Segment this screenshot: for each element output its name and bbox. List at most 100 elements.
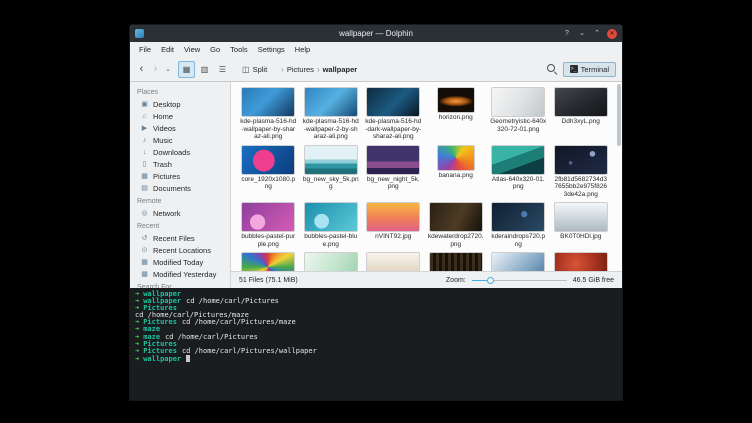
file-name: banana.png [439, 172, 473, 180]
back-button[interactable]: ‹ [136, 59, 147, 79]
file-item[interactable]: nVINT92.jpg [364, 203, 423, 248]
file-item[interactable]: kde-plasma-516-hd-wallpaper-2-by-sharaz-… [302, 88, 361, 141]
scrollbar-thumb[interactable] [617, 84, 621, 146]
view-mode-group: ▦▥☰ [178, 61, 231, 78]
zoom-label: Zoom: [446, 277, 466, 284]
minimize-button[interactable]: ⌄ [577, 29, 587, 39]
menu-file[interactable]: File [134, 44, 156, 55]
file-thumbnail [367, 146, 419, 174]
search-button[interactable] [544, 61, 560, 77]
sidebar-item-desktop[interactable]: ▣Desktop [130, 98, 230, 110]
file-item[interactable]: horizon.png [427, 88, 486, 141]
file-item[interactable]: kdewaterdrop2720.png [427, 203, 486, 248]
file-item[interactable]: BK0T0HDl.jpg [552, 203, 611, 248]
terminal-command: cd /home/carl/Pictures/wallpaper [182, 347, 317, 355]
pictures-icon: ▦ [140, 172, 149, 180]
help-button[interactable]: ? [562, 29, 572, 39]
calendar-yesterday-icon: ▦ [140, 270, 149, 278]
file-item[interactable]: Atlas-640x320-01.png [489, 146, 548, 199]
compact-view-button[interactable]: ▥ [196, 61, 213, 78]
file-item[interactable] [552, 253, 611, 271]
sidebar-section-recent: Recent [130, 219, 230, 232]
menu-help[interactable]: Help [290, 44, 315, 55]
file-thumbnail [555, 88, 607, 116]
prompt-directory: Pictures [143, 347, 177, 355]
file-name: bg_new_sky_5k.png [303, 176, 359, 191]
file-item[interactable]: kde-plasma-516-hd-dark-wallpaper-by-shar… [364, 88, 423, 141]
menu-view[interactable]: View [179, 44, 205, 55]
file-name: kde-plasma-516-hd-wallpaper-2-by-sharaz-… [303, 118, 359, 141]
menu-settings[interactable]: Settings [253, 44, 290, 55]
network-icon: ◎ [140, 209, 149, 217]
sidebar-item-videos[interactable]: ▶Videos [130, 122, 230, 134]
vertical-scrollbar[interactable] [617, 84, 621, 269]
menu-tools[interactable]: Tools [225, 44, 253, 55]
file-item[interactable]: 2fb81d5682734d37655bb2e975f8263de42a.png [552, 146, 611, 199]
file-thumbnail [242, 253, 294, 271]
history-dropdown-icon[interactable]: ⌄ [164, 65, 172, 73]
file-view[interactable]: kde-plasma-516-hd-wallpaper-by-sharaz-al… [231, 82, 622, 271]
zoom-slider-handle[interactable] [487, 277, 494, 284]
file-name: kderaindrops720.png [490, 233, 546, 248]
split-button[interactable]: ◫ Split [237, 63, 272, 76]
file-grid: kde-plasma-516-hd-wallpaper-by-sharaz-al… [231, 82, 622, 271]
breadcrumb-parent[interactable]: Pictures [287, 65, 314, 74]
sidebar-item-label: Modified Today [153, 258, 203, 267]
forward-button[interactable]: › [150, 59, 161, 79]
file-item[interactable]: Ddh3xyL.png [552, 88, 611, 141]
file-item[interactable]: Geometryistic-640x320-72-01.png [489, 88, 548, 141]
file-thumbnail [367, 203, 419, 231]
terminal-line: ➜wallpaper [135, 355, 617, 363]
terminal-toggle-button[interactable]: >_ Terminal [563, 62, 616, 77]
terminal-button-label: Terminal [581, 65, 609, 74]
sidebar-item-trash[interactable]: ▯Trash [130, 158, 230, 170]
sidebar-item-modified-yesterday[interactable]: ▦Modified Yesterday [130, 268, 230, 280]
details-view-button[interactable]: ☰ [214, 61, 231, 78]
sidebar-item-music[interactable]: ♪Music [130, 134, 230, 146]
sidebar-item-recent-locations[interactable]: ⊙Recent Locations [130, 244, 230, 256]
chevron-right-icon: › [281, 65, 284, 74]
file-item[interactable] [239, 253, 298, 271]
file-name: horizon.png [439, 114, 473, 122]
maximize-button[interactable]: ⌃ [592, 29, 602, 39]
sidebar-item-modified-today[interactable]: ▦Modified Today [130, 256, 230, 268]
file-item[interactable] [427, 253, 486, 271]
zoom-slider[interactable] [472, 275, 567, 285]
file-item[interactable]: bubbles-pastel-purple.png [239, 203, 298, 248]
file-thumbnail [492, 253, 544, 271]
terminal-cursor[interactable] [186, 355, 190, 362]
file-item[interactable]: bg_new_night_5k.png [364, 146, 423, 199]
toolbar: ‹ › ⌄ ▦▥☰ ◫ Split › Pictures › wallpaper… [130, 57, 622, 82]
file-name: bg_new_night_5k.png [365, 176, 421, 191]
terminal-panel[interactable]: ➜wallpaper➜wallpapercd /home/carl/Pictur… [130, 288, 622, 400]
menu-edit[interactable]: Edit [156, 44, 179, 55]
sidebar-item-recent-files[interactable]: ↺Recent Files [130, 232, 230, 244]
file-item[interactable]: banana.png [427, 146, 486, 199]
file-item[interactable] [364, 253, 423, 271]
file-name: bubbles-pastel-blue.png [303, 233, 359, 248]
file-item[interactable]: bg_new_sky_5k.png [302, 146, 361, 199]
file-thumbnail [242, 203, 294, 231]
icons-view-button[interactable]: ▦ [178, 61, 195, 78]
close-button[interactable]: ✕ [607, 29, 617, 39]
sidebar-item-downloads[interactable]: ↓Downloads [130, 146, 230, 158]
menu-go[interactable]: Go [205, 44, 225, 55]
terminal-line: ➜Picturescd /home/carl/Pictures/wallpape… [135, 348, 617, 355]
file-item[interactable]: bubbles-pastel-blue.png [302, 203, 361, 248]
recent-locations-icon: ⊙ [140, 246, 149, 254]
file-item[interactable] [489, 253, 548, 271]
file-name: nVINT92.jpg [375, 233, 411, 241]
file-item[interactable]: kde-plasma-516-hd-wallpaper-by-sharaz-al… [239, 88, 298, 141]
file-item[interactable] [302, 253, 361, 271]
sidebar-item-documents[interactable]: ▤Documents [130, 182, 230, 194]
sidebar-item-pictures[interactable]: ▦ Pictures [130, 170, 230, 182]
titlebar[interactable]: wallpaper — Dolphin ?⌄⌃✕ [130, 25, 622, 42]
breadcrumb-current[interactable]: wallpaper [323, 65, 358, 74]
sidebar-item-label: Pictures [153, 172, 180, 181]
file-item[interactable]: kderaindrops720.png [489, 203, 548, 248]
sidebar-item-network[interactable]: ◎Network [130, 207, 230, 219]
file-item[interactable]: core_1920x1080.png [239, 146, 298, 199]
trash-icon: ▯ [140, 160, 149, 168]
sidebar-item-home[interactable]: ⌂Home [130, 110, 230, 122]
sidebar-item-label: Home [153, 112, 173, 121]
